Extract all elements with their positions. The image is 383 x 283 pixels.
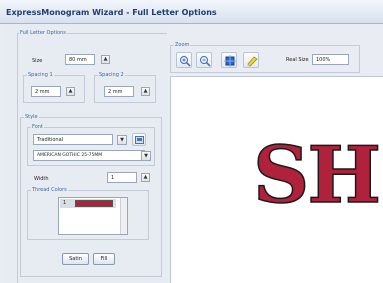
- zoom-out-icon: [200, 56, 211, 67]
- size-label: Size: [32, 58, 43, 64]
- real-size-input[interactable]: 100%: [312, 54, 349, 65]
- thread-color-index: 1: [63, 200, 67, 206]
- font-preview-icon: [135, 136, 144, 144]
- spacing2-input[interactable]: 2 mm: [104, 86, 134, 97]
- spacing1-label: Spacing 1: [27, 72, 54, 78]
- thread-color-row[interactable]: 1: [60, 199, 116, 208]
- monogram-text: SH: [253, 130, 379, 221]
- thread-colors-label: Thread Colors: [31, 187, 68, 193]
- real-size-label: Real Size: [286, 57, 309, 63]
- font-name-select[interactable]: AMERICAN GOTHIC 25-75MM: [33, 150, 145, 161]
- spacing1-input[interactable]: 2 mm: [31, 86, 61, 97]
- width-label: Width: [34, 176, 49, 182]
- width-spinner[interactable]: ▲: [141, 173, 150, 182]
- font-label: Font: [31, 124, 44, 130]
- zoom-in-icon: [180, 56, 191, 67]
- full-letter-options-label: Full Letter Options: [19, 30, 67, 36]
- spacing2-label: Spacing 2: [98, 72, 125, 78]
- font-browse-button[interactable]: [132, 133, 146, 146]
- thread-list-scrollbar[interactable]: [120, 198, 127, 234]
- spacing1-spinner[interactable]: ▲: [66, 87, 75, 96]
- style-label: Style: [24, 114, 39, 120]
- preview-canvas[interactable]: SH: [170, 76, 383, 283]
- spacing2-spinner[interactable]: ▲: [141, 87, 150, 96]
- pencil-icon: [247, 56, 258, 67]
- width-input[interactable]: 1: [107, 172, 137, 183]
- zoom-label: Zoom: [174, 42, 191, 48]
- zoom-out-button[interactable]: [196, 52, 212, 68]
- thread-color-swatch: [75, 200, 113, 207]
- fill-button[interactable]: Fill: [93, 253, 115, 265]
- zoom-fit-icon: [224, 55, 236, 67]
- font-category-dropdown[interactable]: ▼: [117, 135, 127, 145]
- edit-button[interactable]: [243, 52, 259, 68]
- size-input[interactable]: 80 mm: [65, 54, 95, 65]
- font-category-select[interactable]: Traditional: [33, 134, 113, 145]
- monogram-preview: SH: [252, 129, 382, 222]
- window-title: ExpressMonogram Wizard - Full Letter Opt…: [0, 0, 383, 24]
- thread-colors-list[interactable]: 1: [58, 197, 128, 235]
- zoom-fit-button[interactable]: [221, 52, 237, 68]
- size-spinner[interactable]: ▲: [101, 55, 110, 64]
- font-name-dropdown[interactable]: ▼: [141, 151, 151, 161]
- zoom-in-button[interactable]: [176, 52, 192, 68]
- satin-button[interactable]: Satin: [62, 253, 89, 265]
